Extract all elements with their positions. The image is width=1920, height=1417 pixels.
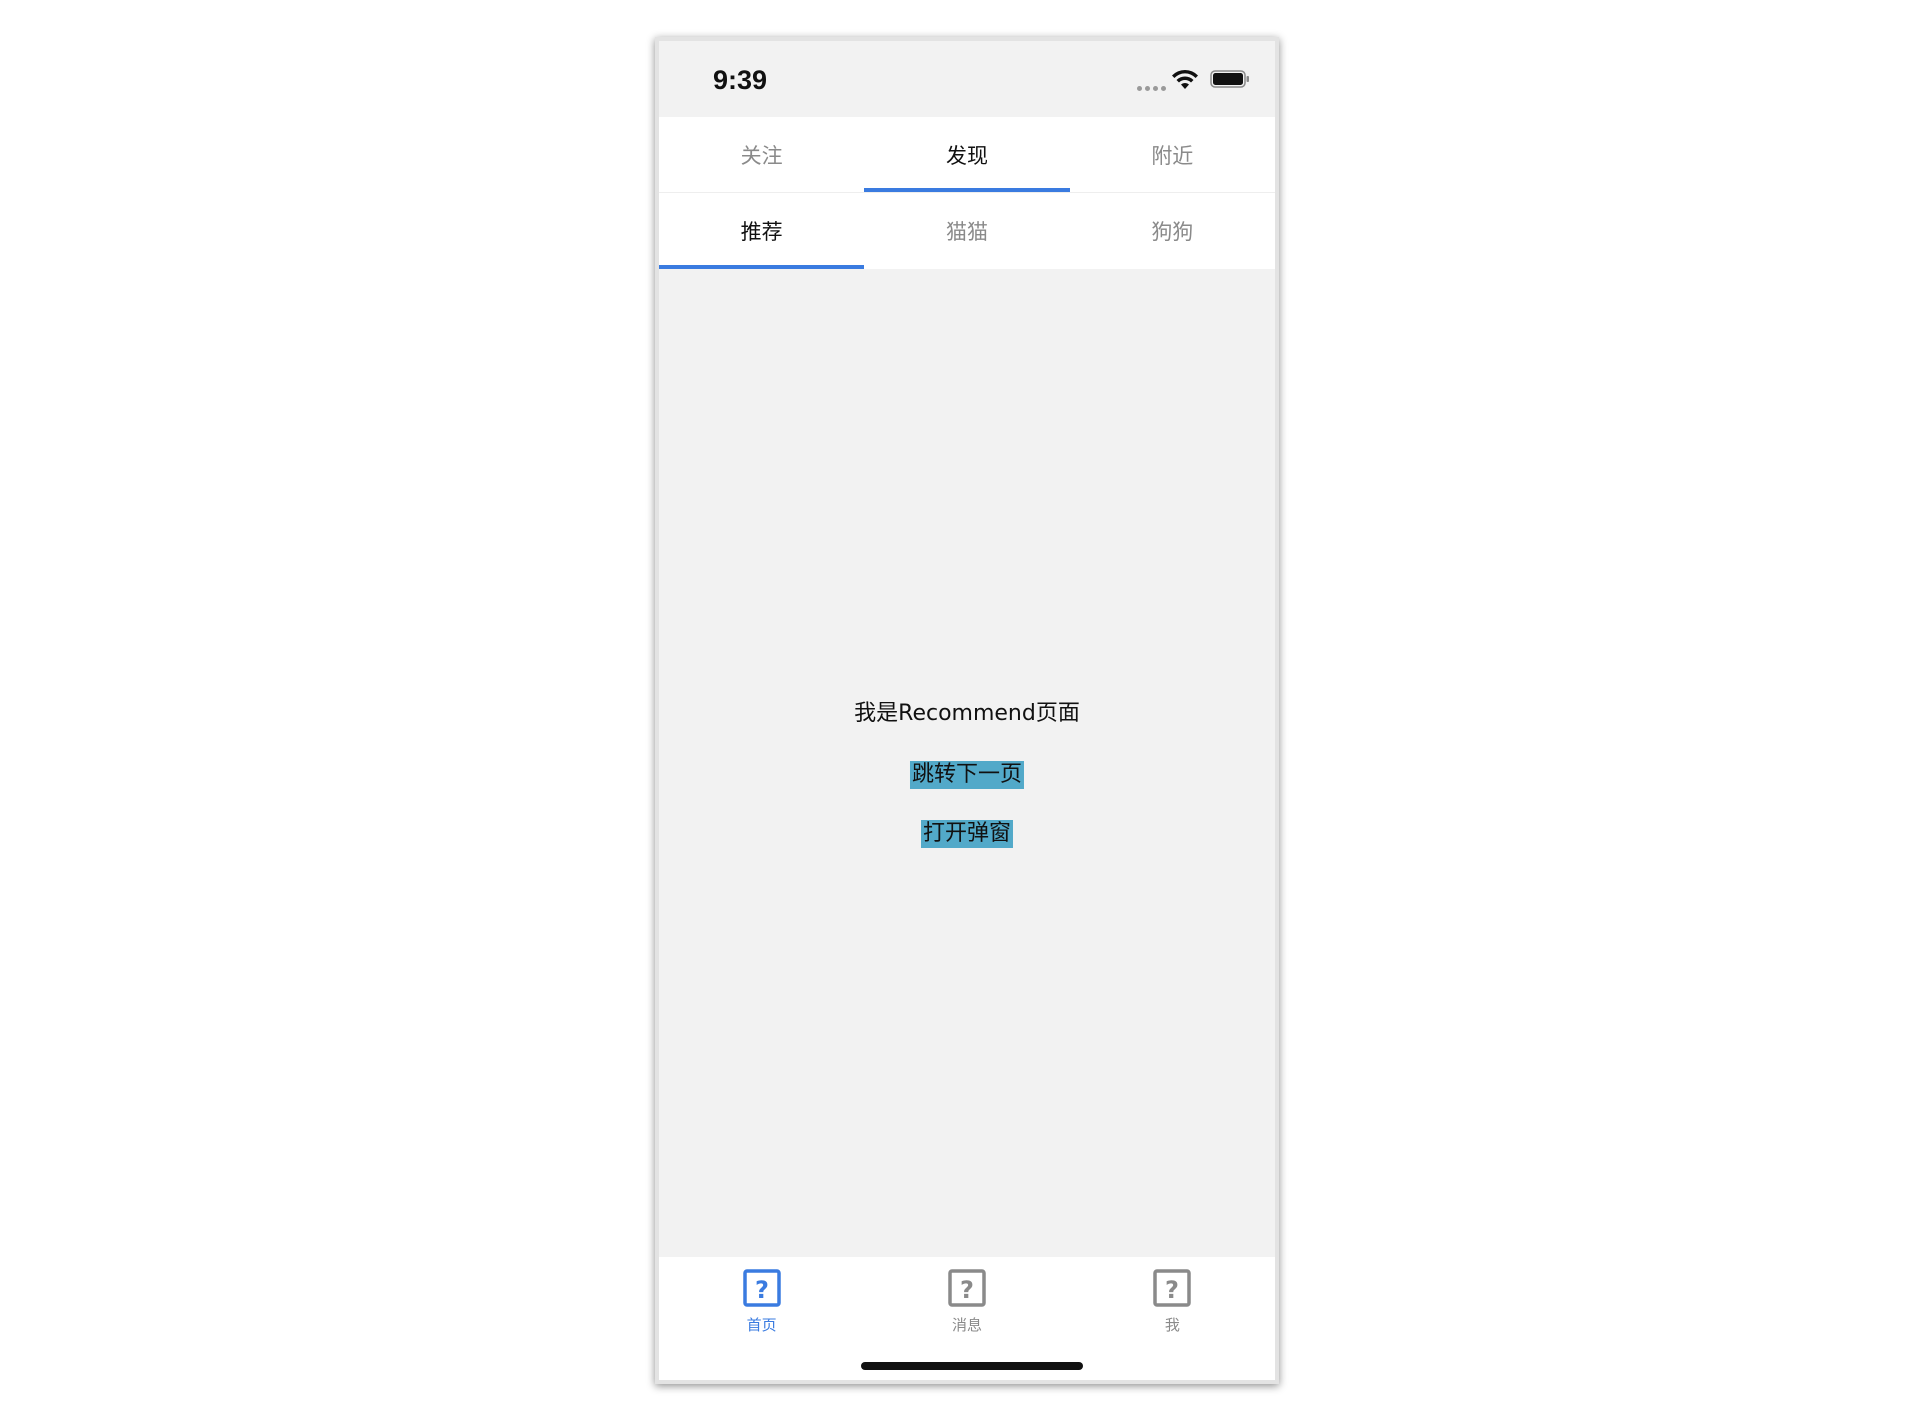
tab-discover[interactable]: 发现 xyxy=(864,117,1070,192)
tab-follow[interactable]: 关注 xyxy=(659,117,864,192)
tab-bar-me[interactable]: ? 我 xyxy=(1070,1257,1275,1380)
top-tab-bar: 关注 发现 附近 xyxy=(659,117,1275,193)
bottom-tab-bar: ? 首页 ? 消息 ? 我 xyxy=(659,1257,1275,1380)
svg-text:?: ? xyxy=(960,1276,974,1304)
status-bar: 9:39 xyxy=(659,41,1275,117)
tab-label: 发现 xyxy=(945,143,988,168)
tab-bar-label: 首页 xyxy=(746,1316,777,1334)
question-icon: ? xyxy=(742,1269,781,1307)
tab-dogs[interactable]: 狗狗 xyxy=(1070,193,1275,269)
tab-label: 狗狗 xyxy=(1151,220,1194,244)
tab-label: 附近 xyxy=(1151,143,1194,168)
open-popup-button[interactable]: 打开弹窗 xyxy=(920,820,1014,848)
sub-tab-bar: 推荐 猫猫 狗狗 xyxy=(659,193,1275,269)
page-content: 我是Recommend页面 跳转下一页 打开弹窗 xyxy=(659,269,1275,1257)
tab-cats[interactable]: 猫猫 xyxy=(864,193,1069,269)
status-time: 9:39 xyxy=(713,65,768,95)
home-indicator[interactable] xyxy=(861,1362,1083,1370)
tab-bar-label: 消息 xyxy=(951,1316,982,1334)
svg-text:?: ? xyxy=(1165,1276,1179,1304)
tab-bar-home[interactable]: ? 首页 xyxy=(659,1257,864,1380)
svg-text:?: ? xyxy=(755,1276,769,1304)
tab-label: 猫猫 xyxy=(945,220,988,244)
question-icon: ? xyxy=(1153,1269,1192,1307)
tab-label: 关注 xyxy=(740,143,783,168)
tab-label: 推荐 xyxy=(740,220,783,244)
page-title: 我是Recommend页面 xyxy=(854,701,1080,726)
next-page-button[interactable]: 跳转下一页 xyxy=(909,761,1025,789)
tab-nearby[interactable]: 附近 xyxy=(1070,117,1275,192)
battery-icon xyxy=(1210,70,1249,88)
question-icon: ? xyxy=(948,1269,986,1307)
cellular-signal-icon xyxy=(1137,86,1166,91)
active-tab-indicator xyxy=(864,188,1070,192)
phone-screen: 9:39 关注 发现 附近 推荐 猫猫 狗狗 我是Recommend页面 跳转下… xyxy=(655,37,1279,1384)
tab-recommend[interactable]: 推荐 xyxy=(659,193,865,269)
tab-bar-label: 我 xyxy=(1164,1316,1180,1334)
wifi-icon xyxy=(1172,69,1198,89)
